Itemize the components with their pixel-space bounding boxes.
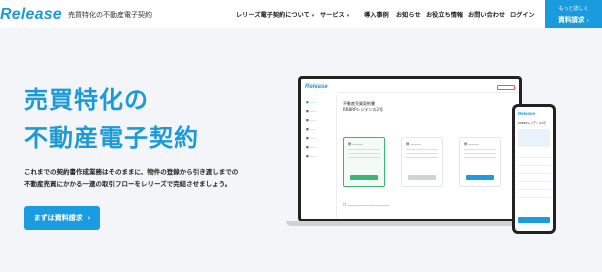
site-tagline: 売買特化の不動産電子契約 (68, 11, 152, 19)
nav-item-news[interactable]: お知らせ (396, 10, 421, 19)
nav-item-services[interactable]: サービス ▾ (320, 10, 349, 19)
chevron-right-icon: › (586, 18, 589, 24)
laptop-contract-title: 不動産売買契約書 RRBRPレジデンス2号 (343, 101, 383, 112)
phone-row (518, 185, 550, 190)
chevron-right-icon: › (87, 214, 91, 222)
laptop-step-card-2: ▤ ——— (401, 137, 443, 187)
phone-logo: Release (518, 111, 536, 116)
phone-row (518, 161, 550, 166)
cta-label: 資料請求 › (558, 16, 589, 24)
nav-item-resources[interactable]: お役立ち情報 (426, 10, 463, 19)
site-header: Release 売買特化の不動産電子契約 レリーズ電子契約について ▾ サービス ▾… (0, 0, 602, 28)
hero-description-line1: これまでの契約書作成業務はそのままに、物件の登録から引き渡しまでの (24, 168, 239, 176)
chevron-down-icon: ▾ (311, 13, 315, 19)
hero-title-line2: 不動産電子契約 (24, 124, 199, 152)
laptop-sidebar: ■ —— ■ —— ■ —— ■ —— ■ —— ■ —— ■ —— (301, 95, 337, 219)
phone-mockup: Release RRBRPレジデンス2号 (512, 104, 556, 234)
laptop-logo: Release (305, 84, 328, 90)
phone-title: RRBRPレジデンス2号 (518, 121, 546, 125)
laptop-mockup: Release ■ —— ■ —— ■ —— ■ —— ■ —— ■ —— ■ —— 不動産… (298, 76, 522, 222)
laptop-action-button (497, 85, 515, 90)
phone-row (518, 177, 550, 182)
cta-subtext: もっと詳しく (558, 6, 589, 12)
nav-item-login[interactable]: ログイン (510, 10, 535, 19)
laptop-step-card-1: ▤ ——— (343, 137, 385, 187)
phone-row (518, 193, 550, 198)
hero-description-line2: 不動産売買にかかる一連の取引フローをレリーズで完結させましょう。 (24, 180, 232, 188)
phone-action-button (518, 217, 550, 223)
phone-row (518, 169, 550, 174)
hero-request-docs-button[interactable]: まずは資料請求 › (24, 206, 100, 230)
laptop-topbar (337, 83, 519, 93)
release-logo[interactable]: Release (0, 6, 62, 24)
nav-item-contact[interactable]: お問い合わせ (468, 10, 505, 19)
laptop-base (286, 221, 534, 226)
nav-item-about[interactable]: レリーズ電子契約について ▾ (236, 10, 314, 19)
phone-row (518, 153, 550, 158)
header-request-docs-button[interactable]: もっと詳しく 資料請求 › (545, 0, 602, 28)
laptop-list-header: ☐ ———————————— (343, 203, 390, 207)
chevron-down-icon: ▾ (346, 13, 350, 19)
laptop-step-card-3: ▤ ——— (459, 137, 501, 187)
phone-image-placeholder (518, 129, 550, 147)
hero-title-line1: 売買特化の (24, 86, 149, 114)
nav-item-cases[interactable]: 導入事例 (364, 10, 389, 19)
